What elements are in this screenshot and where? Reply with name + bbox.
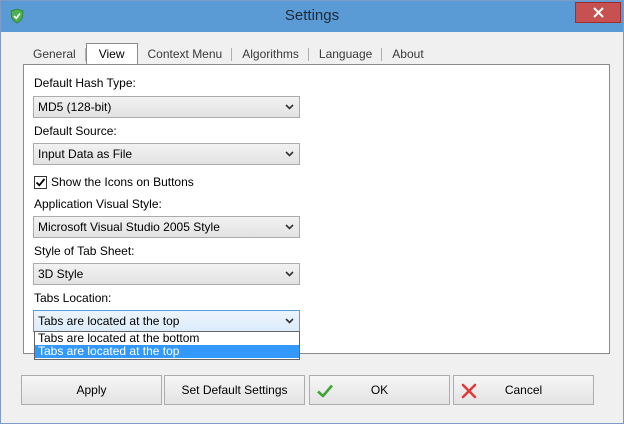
tab-label: Context Menu bbox=[147, 47, 223, 61]
view-tab-panel: Default Hash Type: MD5 (128-bit) Default… bbox=[23, 64, 610, 354]
apply-button[interactable]: Apply bbox=[21, 375, 162, 405]
checkmark-icon bbox=[35, 177, 46, 187]
close-button[interactable] bbox=[575, 2, 621, 23]
show-icons-label: Show the Icons on Buttons bbox=[51, 175, 194, 189]
close-icon bbox=[592, 7, 604, 18]
hash-type-label: Default Hash Type: bbox=[34, 76, 136, 90]
tabs-location-value: Tabs are located at the top bbox=[38, 314, 180, 328]
chevron-down-icon bbox=[285, 318, 294, 324]
ok-button[interactable]: OK bbox=[309, 375, 450, 405]
tab-strip: General View Context Menu Algorithms Lan… bbox=[23, 43, 434, 65]
tab-context-menu[interactable]: Context Menu bbox=[138, 44, 233, 64]
tab-style-select[interactable]: 3D Style bbox=[33, 263, 300, 285]
tab-label: General bbox=[33, 47, 76, 61]
set-default-button-label: Set Default Settings bbox=[181, 383, 288, 397]
tab-view[interactable]: View bbox=[85, 43, 138, 65]
visual-style-select[interactable]: Microsoft Visual Studio 2005 Style bbox=[33, 216, 300, 238]
tab-style-value: 3D Style bbox=[38, 267, 84, 281]
tab-about[interactable]: About bbox=[382, 44, 433, 64]
tab-label: Algorithms bbox=[242, 47, 299, 61]
tab-algorithms[interactable]: Algorithms bbox=[232, 44, 309, 64]
tabs-location-dropdown: Tabs are located at the bottom Tabs are … bbox=[34, 331, 300, 360]
ok-button-label: OK bbox=[370, 383, 389, 397]
chevron-down-icon bbox=[285, 224, 294, 230]
window-title: Settings bbox=[284, 7, 340, 24]
chevron-down-icon bbox=[285, 151, 294, 157]
show-icons-checkbox[interactable] bbox=[34, 175, 47, 189]
tab-label: View bbox=[98, 47, 125, 61]
cancel-button[interactable]: Cancel bbox=[453, 375, 594, 405]
source-value: Input Data as File bbox=[38, 147, 133, 161]
title-bar[interactable]: Settings bbox=[1, 1, 623, 32]
tabs-location-label: Tabs Location: bbox=[34, 291, 112, 305]
show-icons-option[interactable]: Show the Icons on Buttons bbox=[34, 175, 194, 189]
chevron-down-icon bbox=[285, 104, 294, 110]
set-default-button[interactable]: Set Default Settings bbox=[164, 375, 305, 405]
chevron-down-icon bbox=[285, 271, 294, 277]
tabs-location-select[interactable]: Tabs are located at the top bbox=[33, 310, 300, 332]
apply-button-label: Apply bbox=[76, 383, 107, 397]
tab-label: About bbox=[392, 47, 424, 61]
tab-general[interactable]: General bbox=[23, 44, 86, 64]
option-tabs-top[interactable]: Tabs are located at the top bbox=[35, 345, 299, 358]
tab-language[interactable]: Language bbox=[309, 44, 383, 64]
source-label: Default Source: bbox=[34, 124, 117, 138]
hash-type-value: MD5 (128-bit) bbox=[38, 100, 112, 114]
source-select[interactable]: Input Data as File bbox=[33, 143, 300, 165]
hash-type-select[interactable]: MD5 (128-bit) bbox=[33, 96, 300, 118]
visual-style-value: Microsoft Visual Studio 2005 Style bbox=[38, 220, 220, 234]
tab-style-label: Style of Tab Sheet: bbox=[34, 244, 135, 258]
settings-window: Settings General View Context Menu Algor… bbox=[0, 0, 624, 424]
visual-style-label: Application Visual Style: bbox=[34, 197, 162, 211]
x-icon bbox=[461, 383, 477, 399]
tab-label: Language bbox=[318, 47, 373, 61]
check-icon bbox=[317, 384, 333, 398]
cancel-button-label: Cancel bbox=[504, 383, 543, 397]
